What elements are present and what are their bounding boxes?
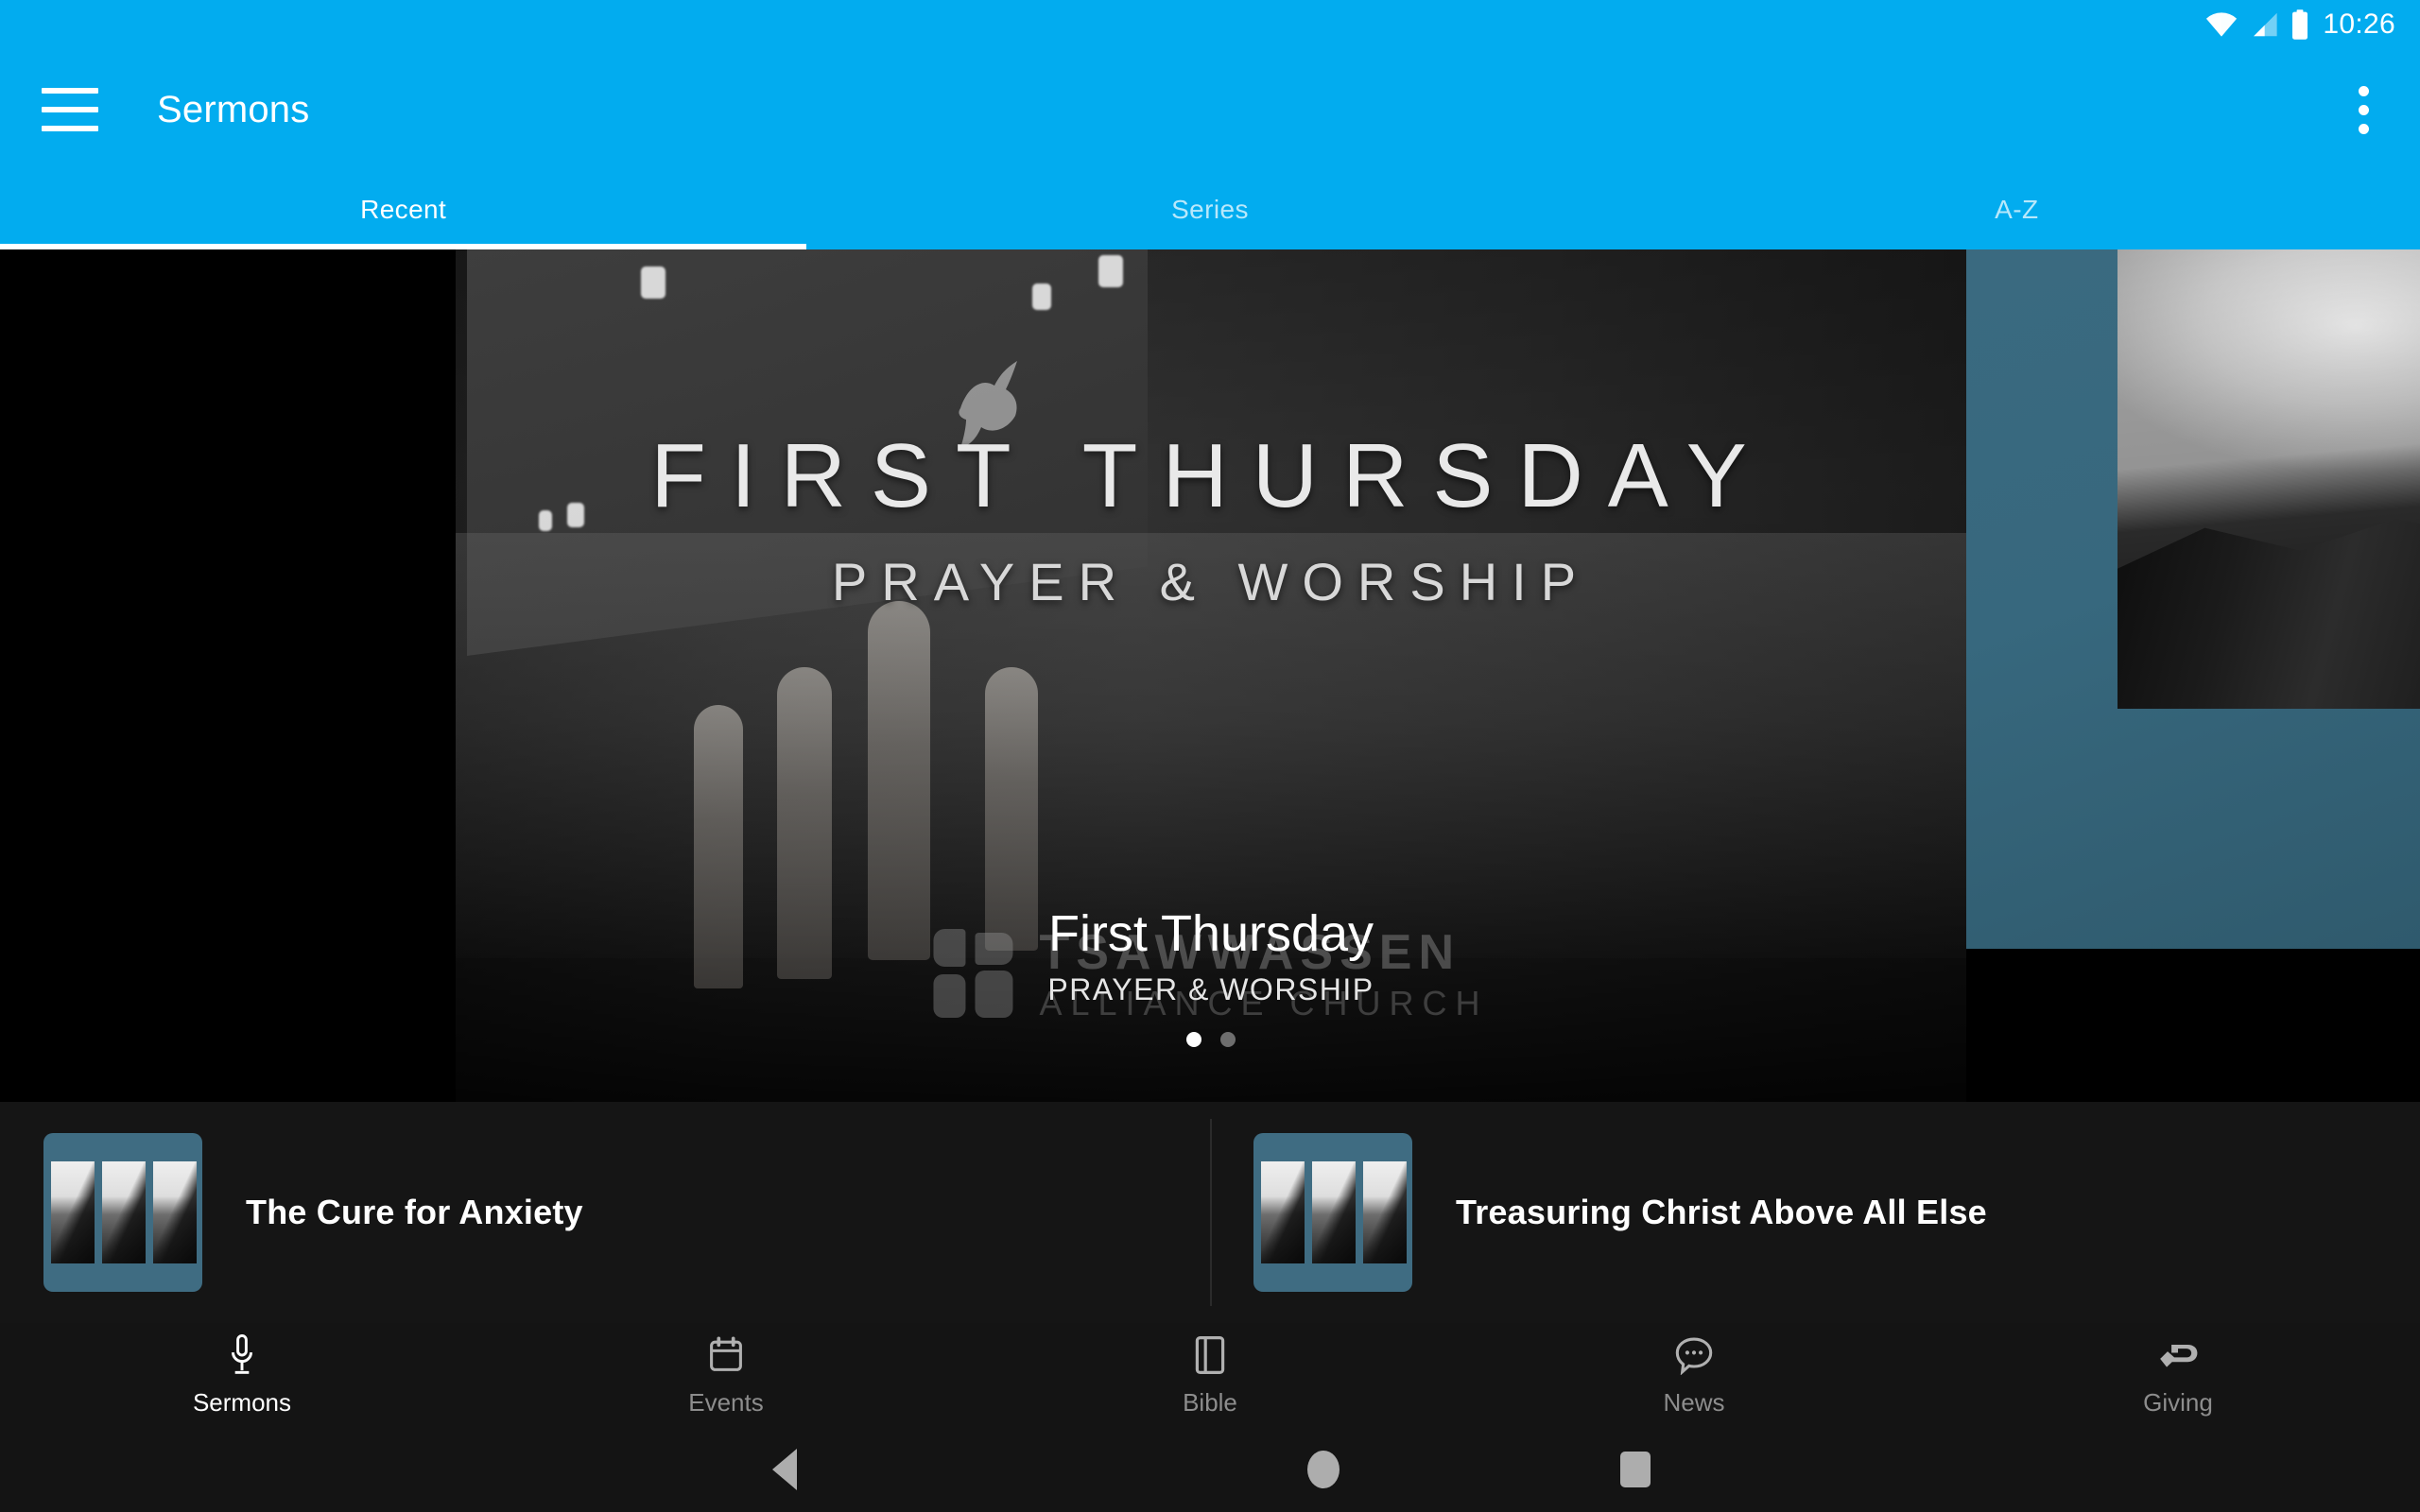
band-member <box>868 601 930 960</box>
nav-label-sermons: Sermons <box>192 1387 292 1417</box>
carousel-caption: TSAWWASSEN ALLIANCE CHURCH First Thursda… <box>456 907 1966 1047</box>
book-icon <box>1188 1333 1232 1377</box>
featured-carousel[interactable]: FIRST THURSDAY PRAYER & WORSHIP TSAWWASS… <box>0 249 2420 1102</box>
recents-square-icon <box>1620 1452 1651 1487</box>
sermon-title: The Cure for Anxiety <box>246 1193 583 1231</box>
status-bar-clock: 10:26 <box>2323 9 2395 40</box>
sermon-list: The Cure for Anxiety Treasuring Christ A… <box>0 1102 2420 1323</box>
stage-band-area <box>456 533 1966 958</box>
chat-bubble-icon <box>1672 1333 1716 1377</box>
carousel-caption-subtitle: PRAYER & WORSHIP <box>1047 971 1374 1006</box>
overflow-menu-icon[interactable] <box>2347 75 2380 146</box>
android-system-navigation-bar <box>0 1427 2420 1512</box>
bottom-navigation-bar: Sermons Events Bible News Giving <box>0 1323 2420 1427</box>
nav-item-giving[interactable]: Giving <box>1936 1333 2420 1418</box>
tab-series[interactable]: Series <box>806 170 1613 249</box>
calendar-icon <box>704 1333 748 1377</box>
hamburger-menu-icon[interactable] <box>42 88 98 131</box>
sermon-list-item-2[interactable]: Treasuring Christ Above All Else <box>1210 1102 2420 1323</box>
sermon-list-item-1[interactable]: The Cure for Anxiety <box>0 1102 1210 1323</box>
nav-item-bible[interactable]: Bible <box>968 1333 1452 1418</box>
app-bar: Sermons <box>0 49 2420 170</box>
stage-light <box>1098 255 1123 287</box>
battery-icon <box>2292 9 2308 40</box>
cellular-signal-icon <box>2254 12 2278 37</box>
carousel-pagination-dots[interactable] <box>456 1031 1966 1047</box>
home-circle-icon <box>1307 1451 1340 1488</box>
nav-label-events: Events <box>688 1387 764 1417</box>
tab-a-z[interactable]: A-Z <box>1614 170 2420 249</box>
carousel-slide-previous[interactable] <box>0 249 456 1102</box>
system-back-button[interactable] <box>643 1449 926 1490</box>
system-home-button[interactable] <box>1182 1451 1465 1488</box>
tab-series-label: Series <box>1171 195 1249 224</box>
nav-label-giving: Giving <box>2143 1387 2213 1417</box>
tab-recent[interactable]: Recent <box>0 170 807 249</box>
nav-label-bible: Bible <box>1183 1387 1237 1417</box>
giving-hand-icon <box>2156 1333 2200 1377</box>
stage-light <box>567 503 584 527</box>
carousel-caption-title: First Thursday <box>1047 905 1374 962</box>
stage-light <box>539 510 552 531</box>
nav-item-news[interactable]: News <box>1452 1333 1936 1418</box>
tab-recent-label: Recent <box>360 195 447 224</box>
tab-bar: Recent Series A-Z <box>0 170 2420 249</box>
back-triangle-icon <box>772 1449 797 1490</box>
sermon-thumbnail <box>43 1133 202 1292</box>
carousel-dot-2[interactable] <box>1220 1031 1236 1047</box>
sermon-title: Treasuring Christ Above All Else <box>1456 1193 1987 1231</box>
carousel-next-artwork <box>2118 249 2420 709</box>
nav-label-news: News <box>1663 1387 1725 1417</box>
carousel-slide-next[interactable] <box>1966 249 2420 949</box>
tab-a-z-label: A-Z <box>1995 195 2039 224</box>
microphone-icon <box>220 1333 264 1377</box>
page-title: Sermons <box>157 88 310 130</box>
status-bar: 10:26 <box>0 0 2420 49</box>
app-screen: 10:26 Sermons Recent Series A-Z FIRST TH… <box>0 0 2420 1512</box>
wifi-icon <box>2206 12 2238 37</box>
nav-item-sermons[interactable]: Sermons <box>0 1333 484 1418</box>
carousel-dot-1[interactable] <box>1186 1031 1201 1047</box>
eagle-graphic-icon <box>959 361 1017 448</box>
stage-light <box>1032 284 1051 310</box>
status-bar-icons <box>2205 9 2309 40</box>
system-recents-button[interactable] <box>1494 1452 1777 1487</box>
nav-item-events[interactable]: Events <box>484 1333 968 1418</box>
sermon-thumbnail <box>1253 1133 1412 1292</box>
stage-light <box>641 266 666 299</box>
